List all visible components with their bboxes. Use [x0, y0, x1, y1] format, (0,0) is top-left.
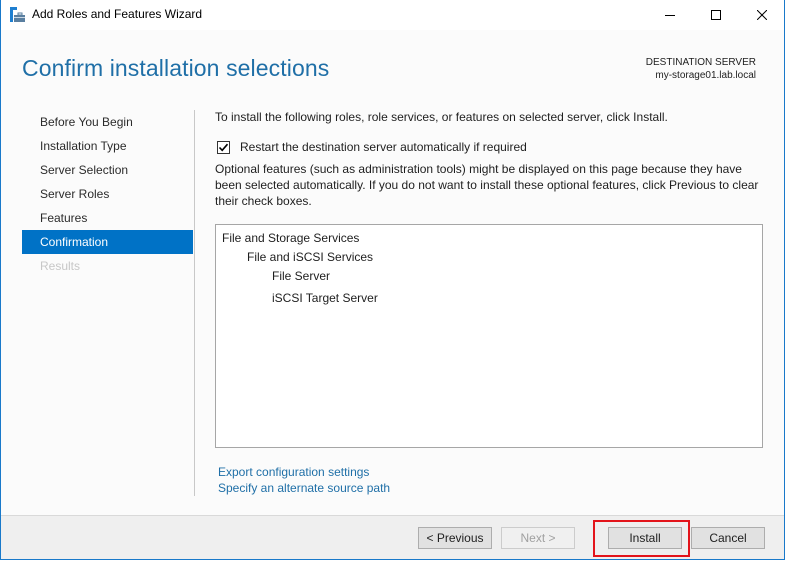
close-button[interactable]: [739, 0, 785, 30]
nav-item-before-you-begin[interactable]: Before You Begin: [22, 110, 193, 134]
intro-text: To install the following roles, role ser…: [215, 110, 668, 124]
selections-list[interactable]: File and Storage Services File and iSCSI…: [215, 224, 763, 448]
wizard-window: Add Roles and Features Wizard Confirm in…: [0, 0, 785, 560]
maximize-icon: [711, 10, 721, 20]
window-title: Add Roles and Features Wizard: [32, 7, 203, 21]
next-button: Next >: [501, 527, 575, 549]
maximize-button[interactable]: [693, 0, 739, 30]
options-links: Export configuration settings Specify an…: [218, 464, 390, 496]
selection-item: File Server: [272, 269, 331, 283]
restart-checkbox[interactable]: [217, 140, 230, 154]
wizard-steps-nav: Before You Begin Installation Type Serve…: [22, 110, 193, 278]
install-button[interactable]: Install: [608, 527, 682, 549]
server-manager-app-icon: [10, 7, 26, 23]
previous-button[interactable]: < Previous: [418, 527, 492, 549]
restart-option[interactable]: Restart the destination server automatic…: [215, 139, 765, 155]
optional-features-note: Optional features (such as administratio…: [215, 162, 759, 208]
cancel-button[interactable]: Cancel: [691, 527, 765, 549]
sidebar-divider: [194, 110, 195, 496]
title-bar: Add Roles and Features Wizard: [1, 0, 784, 30]
alternate-source-path-link[interactable]: Specify an alternate source path: [218, 480, 390, 496]
nav-item-installation-type[interactable]: Installation Type: [22, 134, 193, 158]
nav-item-results: Results: [40, 259, 81, 273]
nav-item-confirmation[interactable]: Confirmation: [22, 230, 193, 254]
selection-item: iSCSI Target Server: [272, 291, 378, 305]
export-configuration-link[interactable]: Export configuration settings: [218, 464, 390, 480]
nav-item-server-selection[interactable]: Server Selection: [22, 158, 193, 182]
nav-item-features[interactable]: Features: [22, 206, 193, 230]
destination-server-name: my-storage01.lab.local: [655, 70, 756, 81]
page-title: Confirm installation selections: [22, 55, 330, 81]
nav-item-server-roles[interactable]: Server Roles: [22, 182, 193, 206]
close-icon: [757, 10, 767, 20]
minimize-icon: [665, 15, 675, 16]
selection-item: File and Storage Services: [222, 231, 360, 245]
restart-checkbox-label[interactable]: Restart the destination server automatic…: [240, 140, 527, 154]
destination-server-info: DESTINATION SERVER my-storage01.lab.loca…: [646, 56, 756, 82]
selection-item: File and iSCSI Services: [247, 250, 374, 264]
checkmark-icon: [218, 143, 229, 151]
destination-server-label: DESTINATION SERVER: [645, 57, 756, 68]
minimize-button[interactable]: [647, 0, 693, 30]
wizard-footer: < Previous Next > Install Cancel: [1, 515, 784, 559]
confirmation-content: To install the following roles, role ser…: [215, 110, 765, 209]
